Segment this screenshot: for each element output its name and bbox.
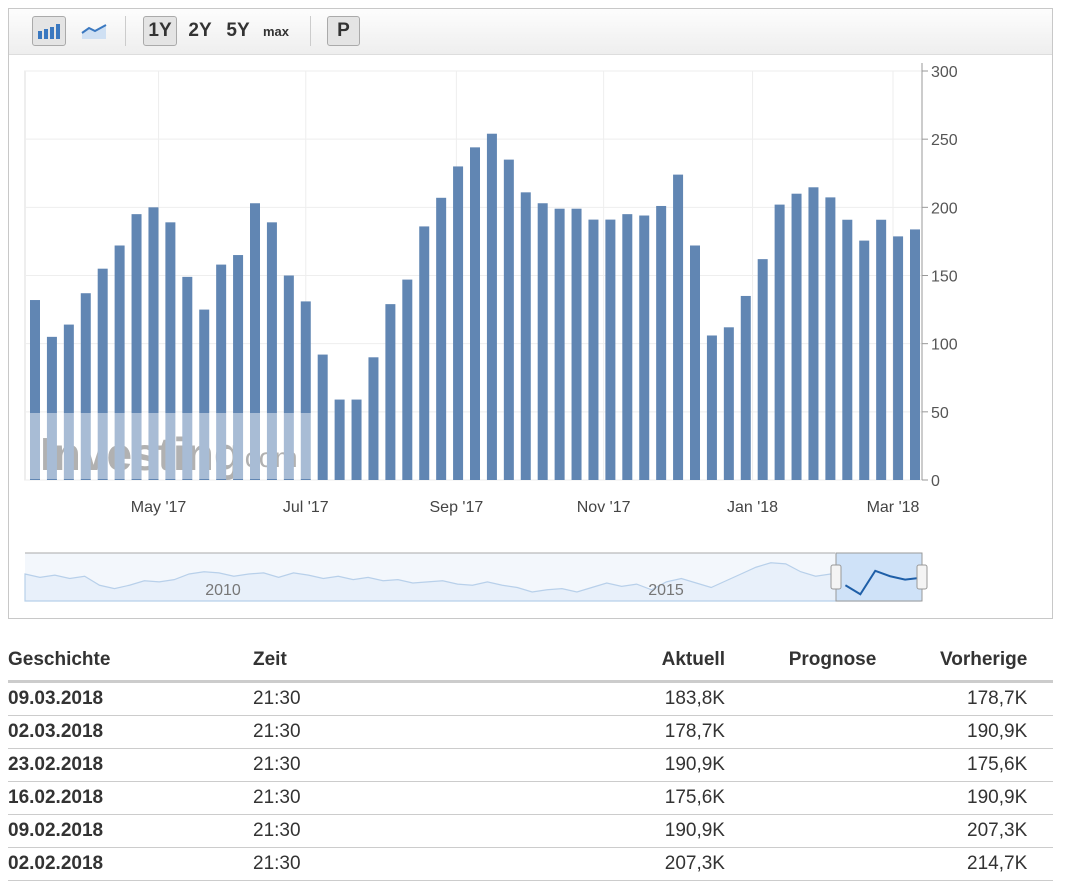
header-forecast: Prognose [725,640,940,683]
row-date: 09.02.2018 [8,814,253,848]
bar [876,219,887,480]
bar [503,159,514,480]
history-table: Geschichte Zeit Aktuell Prognose Vorheri… [8,640,1053,881]
bar [740,295,751,480]
bar [791,193,802,480]
y-tick-label: 200 [931,200,958,217]
row-date: 02.02.2018 [8,847,253,881]
row-previous: 178,7K [940,681,1028,716]
bar [622,214,633,480]
bar [385,304,396,480]
row-time: 21:30 [253,748,553,782]
bar [554,208,565,481]
x-tick-label: Nov '17 [577,499,631,516]
x-tick-label: Mar '18 [867,499,920,516]
header-time: Zeit [253,640,553,683]
bar [639,215,650,480]
x-tick-label: Jul '17 [283,499,329,516]
row-forecast [725,681,940,716]
y-tick-label: 150 [931,269,958,286]
bar [690,245,700,480]
row-actual: 190,9K [553,814,725,848]
row-actual: 175,6K [553,781,725,815]
table-row: 02.02.2018 21:30 207,3K 214,7K [8,847,1053,881]
bar [808,187,819,480]
bar [910,229,920,480]
row-previous: 190,9K [940,781,1028,815]
bar [774,204,785,480]
bar [706,335,717,480]
header-history: Geschichte [8,640,253,683]
bar [470,147,480,480]
row-previous: 207,3K [940,814,1028,848]
navigator-selection [835,552,923,602]
table-row: 02.03.2018 21:30 178,7K 190,9K [8,715,1053,749]
row-previous: 190,9K [940,715,1028,749]
bar [486,133,497,481]
bar [656,205,667,480]
navigator-handle[interactable] [916,564,928,590]
x-tick-label: Sep '17 [430,499,484,516]
row-time: 21:30 [253,681,553,716]
bar [520,192,531,480]
bar [723,327,734,480]
navigator-year-label: 2015 [648,582,684,599]
bar [368,357,379,480]
bar [537,203,548,480]
table-row: 16.02.2018 21:30 175,6K 190,9K [8,781,1053,815]
row-date: 16.02.2018 [8,781,253,815]
row-actual: 207,3K [553,847,725,881]
row-date: 09.03.2018 [8,681,253,716]
bar [317,354,328,480]
bar [673,174,684,480]
x-tick-label: May '17 [131,499,187,516]
bar [453,166,464,480]
row-actual: 183,8K [553,681,725,716]
row-date: 02.03.2018 [8,715,253,749]
header-previous: Vorherige [940,640,1028,683]
table-row: 23.02.2018 21:30 190,9K 175,6K [8,748,1053,782]
bar [825,197,836,481]
y-tick-label: 0 [931,473,940,490]
row-forecast [725,748,940,782]
table-row: 09.02.2018 21:30 190,9K 207,3K [8,814,1053,848]
bar [588,219,599,480]
row-time: 21:30 [253,814,553,848]
bar [419,226,430,480]
bar [351,399,362,480]
x-tick-label: Jan '18 [727,499,778,516]
row-forecast [725,847,940,881]
row-time: 21:30 [253,847,553,881]
row-actual: 190,9K [553,748,725,782]
row-forecast [725,814,940,848]
row-time: 21:30 [253,781,553,815]
row-date: 23.02.2018 [8,748,253,782]
bar [334,399,345,480]
bar [436,197,447,481]
bar [893,236,904,480]
row-previous: 175,6K [940,748,1028,782]
bar [757,259,768,480]
row-time: 21:30 [253,715,553,749]
bar [571,208,582,481]
bar [842,219,853,480]
table-header-row: Geschichte Zeit Aktuell Prognose Vorheri… [8,640,1053,683]
row-forecast [725,715,940,749]
bar [402,279,413,480]
row-previous: 214,7K [940,847,1028,881]
chart-svg: Investing .com 050100150200250300May '17… [24,63,958,602]
watermark-overlay [26,413,311,479]
navigator-handle[interactable] [830,564,842,590]
row-forecast [725,781,940,815]
y-tick-label: 50 [931,405,949,422]
row-actual: 178,7K [553,715,725,749]
navigator-year-label: 2010 [205,582,241,599]
header-actual: Aktuell [553,640,725,683]
y-tick-label: 100 [931,337,958,354]
table-row: 09.03.2018 21:30 183,8K 178,7K [8,681,1053,716]
bar [605,219,616,480]
bar [859,240,870,480]
y-tick-label: 250 [931,132,958,149]
y-tick-label: 300 [931,64,958,81]
